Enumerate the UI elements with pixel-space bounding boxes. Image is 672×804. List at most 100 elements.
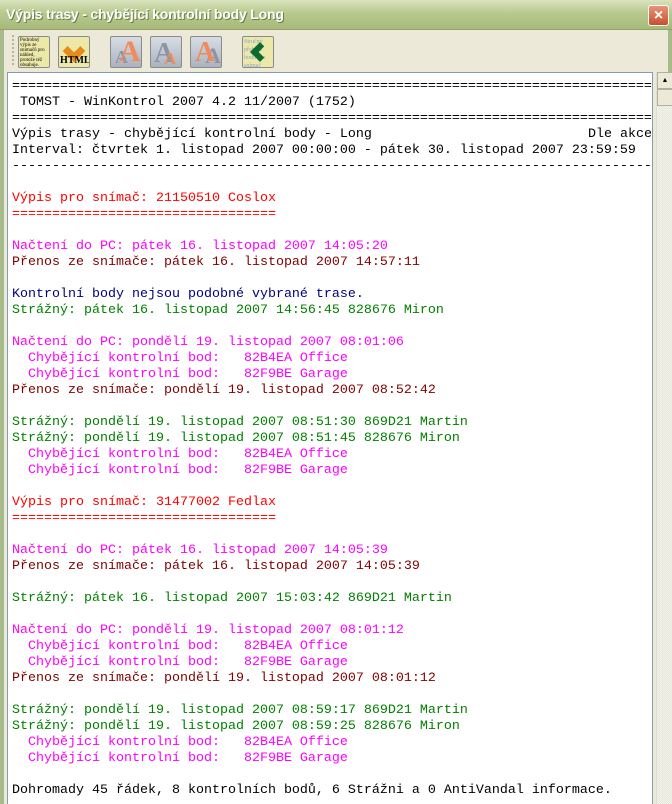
font-icon: A (195, 37, 216, 68)
report-line (12, 399, 652, 415)
report-line-text: Strážný: pondělí 19. listopad 2007 08:51… (12, 415, 468, 430)
html-label: HTML (60, 55, 90, 66)
toolbar-grip[interactable] (12, 35, 15, 65)
report-line-text: ================================= (12, 511, 276, 526)
detail-report-icon: Podrobný výpis ze snímačů pro náhled, pr… (20, 38, 45, 68)
window-title: Výpis trasy - chybějící kontrolní body L… (6, 6, 284, 22)
report-line: ========================================… (12, 111, 652, 127)
report-line-text: Strážný: pondělí 19. listopad 2007 08:51… (12, 431, 460, 446)
report-line (12, 175, 652, 191)
report-line: Strážný: pondělí 19. listopad 2007 08:59… (12, 703, 652, 719)
report-line: Chybějící kontrolní bod: 82B4EA Office (12, 447, 652, 463)
report-line-text: Strážný: pátek 16. listopad 2007 15:03:4… (12, 591, 452, 606)
report-line-text: Načtení do PC: pondělí 19. listopad 2007… (12, 623, 404, 638)
report-line: ================================= (12, 207, 652, 223)
report-line: Strážný: pondělí 19. listopad 2007 08:51… (12, 415, 652, 431)
report-line: Načtení do PC: pátek 16. listopad 2007 1… (12, 543, 652, 559)
report-line: Chybějící kontrolní bod: 82B4EA Office (12, 639, 652, 655)
report-line-text: Strážný: pátek 16. listopad 2007 14:56:4… (12, 303, 444, 318)
report-line (12, 479, 652, 495)
report-line: Strážný: pondělí 19. listopad 2007 08:59… (12, 719, 652, 735)
report-line: Výpis trasy - chybějící kontrolní body -… (12, 127, 652, 143)
report-line: Přenos ze snímače: pátek 16. listopad 20… (12, 255, 652, 271)
title-bar[interactable]: Výpis trasy - chybějící kontrolní body L… (0, 0, 672, 30)
report-line-text: ========================================… (12, 79, 652, 94)
report-line-text: Výpis trasy - chybějící kontrolní body -… (12, 127, 372, 142)
report-text-area[interactable]: ================================= =======… (7, 72, 653, 804)
report-line-text: Chybějící kontrolní bod: 82B4EA Office (12, 351, 348, 366)
font-smaller-button[interactable]: A A (150, 36, 182, 68)
report-line: Výpis pro snímač: 21150510 Coslox (12, 191, 652, 207)
sort-mode-label: Dle akce (588, 127, 652, 142)
report-line: Přenos ze snímače: pátek 16. listopad 20… (12, 559, 652, 575)
back-button[interactable]: Stručný přehled bodů pro snímač (242, 36, 274, 68)
font-reset-button[interactable]: A A (190, 36, 222, 68)
report-line (12, 223, 652, 239)
report-line: Načtení do PC: pátek 16. listopad 2007 1… (12, 239, 652, 255)
report-line-text: Načtení do PC: pondělí 19. listopad 2007… (12, 335, 404, 350)
report-line-text: Přenos ze snímače: pondělí 19. listopad … (12, 383, 436, 398)
detail-report-button[interactable]: Podrobný výpis ze snímačů pro náhled, pr… (18, 36, 50, 68)
report-line: Strážný: pátek 16. listopad 2007 15:03:4… (12, 591, 652, 607)
report-line: Načtení do PC: pondělí 19. listopad 2007… (12, 335, 652, 351)
report-line: Načtení do PC: pondělí 19. listopad 2007… (12, 623, 652, 639)
report-line-text: TOMST - WinKontrol 2007 4.2 11/2007 (175… (12, 95, 356, 110)
report-line (12, 271, 652, 287)
scroll-up-icon[interactable]: ▲ (657, 72, 672, 89)
report-line-text: ================================= (12, 207, 276, 222)
report-line: TOMST - WinKontrol 2007 4.2 11/2007 (175… (12, 95, 652, 111)
report-line-text: Načtení do PC: pátek 16. listopad 2007 1… (12, 543, 388, 558)
report-line: Přenos ze snímače: pondělí 19. listopad … (12, 671, 652, 687)
report-line-text: Chybějící kontrolní bod: 82F9BE Garage (12, 463, 348, 478)
report-line: Chybějící kontrolní bod: 82B4EA Office (12, 735, 652, 751)
report-line: Chybějící kontrolní bod: 82F9BE Garage (12, 655, 652, 671)
report-line: Strážný: pátek 16. listopad 2007 14:56:4… (12, 303, 652, 319)
report-line-text: Chybějící kontrolní bod: 82F9BE Garage (12, 655, 348, 670)
report-line: ================================= (12, 511, 652, 527)
report-line-text: Přenos ze snímače: pátek 16. listopad 20… (12, 559, 420, 574)
vertical-scrollbar[interactable]: ▲ (656, 72, 672, 804)
toolbar: Podrobný výpis ze snímačů pro náhled, pr… (4, 31, 668, 71)
report-line: Interval: čtvrtek 1. listopad 2007 00:00… (12, 143, 652, 159)
report-line-text: Výpis pro snímač: 31477002 Fedlax (12, 495, 276, 510)
report-line-text: Přenos ze snímače: pondělí 19. listopad … (12, 671, 436, 686)
report-line (12, 687, 652, 703)
report-line: Strážný: pondělí 19. listopad 2007 08:51… (12, 431, 652, 447)
report-line (12, 607, 652, 623)
report-window: Výpis trasy - chybějící kontrolní body L… (0, 0, 672, 804)
report-line-text: Chybějící kontrolní bod: 82B4EA Office (12, 639, 348, 654)
report-line-text: ----------------------------------------… (12, 159, 652, 174)
report-line: Přenos ze snímače: pondělí 19. listopad … (12, 383, 652, 399)
report-line-text: Přenos ze snímače: pátek 16. listopad 20… (12, 255, 420, 270)
report-line: ========================================… (12, 79, 652, 95)
report-line-text: Chybějící kontrolní bod: 82F9BE Garage (12, 367, 348, 382)
report-line (12, 575, 652, 591)
report-lines: ================================= =======… (12, 79, 652, 799)
report-line: Chybějící kontrolní bod: 82F9BE Garage (12, 463, 652, 479)
report-line-text: Dohromady 45 řádek, 8 kontrolních bodů, … (12, 783, 612, 798)
report-line-text: Chybějící kontrolní bod: 82B4EA Office (12, 447, 348, 462)
report-line: Chybějící kontrolní bod: 82F9BE Garage (12, 367, 652, 383)
report-line-text: Výpis pro snímač: 21150510 Coslox (12, 191, 276, 206)
report-line-text: ========================================… (12, 111, 652, 126)
report-line: ----------------------------------------… (12, 159, 652, 175)
report-line-text: Interval: čtvrtek 1. listopad 2007 00:00… (12, 143, 636, 158)
close-button[interactable]: × (648, 5, 669, 26)
report-line: Chybějící kontrolní bod: 82B4EA Office (12, 351, 652, 367)
export-html-button[interactable]: HTML (58, 36, 90, 68)
report-line-text: Načtení do PC: pátek 16. listopad 2007 1… (12, 239, 388, 254)
font-larger-button[interactable]: A A (110, 36, 142, 68)
scroll-thumb[interactable] (657, 89, 672, 106)
report-line-text: Chybějící kontrolní bod: 82F9BE Garage (12, 751, 348, 766)
report-line-text: Kontrolní body nejsou podobné vybrané tr… (12, 287, 364, 302)
report-line (12, 319, 652, 335)
font-large-icon: A (119, 36, 141, 68)
report-line: Dohromady 45 řádek, 8 kontrolních bodů, … (12, 783, 652, 799)
report-line: Výpis pro snímač: 31477002 Fedlax (12, 495, 652, 511)
report-line-text: Strážný: pondělí 19. listopad 2007 08:59… (12, 703, 468, 718)
report-line: Chybějící kontrolní bod: 82F9BE Garage (12, 751, 652, 767)
report-line-text: Strážný: pondělí 19. listopad 2007 08:59… (12, 719, 460, 734)
report-line (12, 767, 652, 783)
font-small-icon: A (164, 49, 177, 68)
report-line: Kontrolní body nejsou podobné vybrané tr… (12, 287, 652, 303)
